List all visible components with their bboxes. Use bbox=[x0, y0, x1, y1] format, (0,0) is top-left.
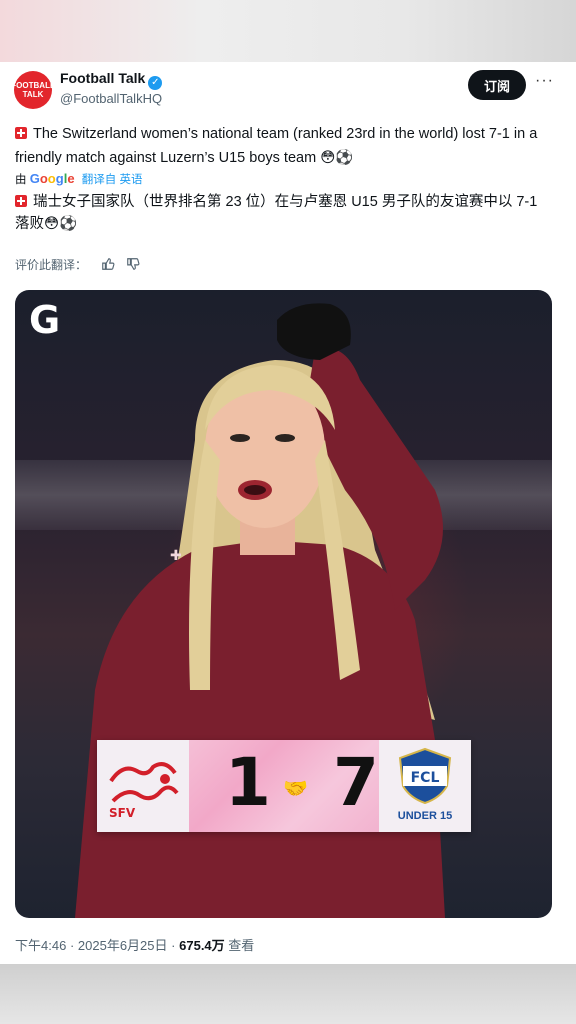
tweet-meta: 下午4:46 · 2025年6月25日 · 675.4万 查看 bbox=[15, 935, 254, 954]
view-count-label: 查看 bbox=[228, 938, 255, 953]
tweet-text-en-content: The Switzerland women’s national team (r… bbox=[15, 126, 538, 166]
tweet-text-en: The Switzerland women’s national team (r… bbox=[15, 122, 555, 170]
tweet-card: FOOTBALL TALK Football Talk ✓ @FootballTa… bbox=[0, 62, 576, 964]
home-score: 1 bbox=[225, 744, 271, 821]
author-handle[interactable]: @FootballTalkHQ bbox=[60, 91, 162, 106]
tweet-text-zh: 瑞士女子国家队（世界排名第 23 位）在与卢塞恩 U15 男子队的友谊赛中以 7… bbox=[15, 191, 555, 235]
subscribe-button[interactable]: 订阅 bbox=[468, 70, 526, 100]
author-name-label: Football Talk bbox=[60, 70, 146, 86]
handshake-icon: 🤝 bbox=[283, 778, 308, 800]
translation-note: 由 Google 翻译自 英语 bbox=[15, 171, 142, 187]
translation-source-link[interactable]: 翻译自 英语 bbox=[82, 174, 143, 186]
away-crest: FCL UNDER 15 bbox=[379, 740, 471, 832]
author-name[interactable]: Football Talk ✓ bbox=[60, 70, 163, 90]
swiss-flag-icon bbox=[15, 127, 27, 139]
swiss-flag-icon bbox=[15, 195, 27, 207]
view-count: 675.4万 bbox=[179, 938, 225, 953]
away-score: 7 bbox=[333, 744, 379, 821]
tweet-date[interactable]: 2025年6月25日 bbox=[78, 938, 168, 953]
more-options-icon[interactable]: ··· bbox=[535, 72, 554, 90]
meta-separator: · bbox=[171, 938, 176, 953]
verified-badge-icon: ✓ bbox=[148, 76, 163, 90]
home-crest: SFV bbox=[97, 740, 189, 832]
away-team-label: UNDER 15 bbox=[397, 810, 453, 822]
google-logo-icon: Google bbox=[29, 171, 75, 186]
tweet-text-zh-content: 瑞士女子国家队（世界排名第 23 位）在与卢塞恩 U15 男子队的友谊赛中以 7… bbox=[15, 194, 538, 232]
meta-separator: · bbox=[69, 938, 75, 953]
tweet-time[interactable]: 下午4:46 bbox=[15, 938, 66, 953]
tweet-media-image[interactable]: G ✚ SFV 1 🤝 7 FCL UNDER 15 bbox=[15, 290, 552, 918]
svg-text:FCL: FCL bbox=[411, 770, 440, 786]
background-blur-top bbox=[0, 0, 576, 62]
translation-prefix: 由 bbox=[15, 174, 27, 186]
svg-text:SFV: SFV bbox=[109, 806, 136, 820]
background-blur-bottom bbox=[0, 964, 576, 1024]
swiss-football-crest-icon: SFV bbox=[109, 762, 179, 820]
thumbs-down-icon[interactable] bbox=[126, 257, 140, 271]
avatar[interactable]: FOOTBALL TALK bbox=[11, 71, 55, 109]
avatar-text: FOOTBALL TALK bbox=[11, 81, 55, 99]
rate-translation-label: 评价此翻译： bbox=[15, 258, 88, 272]
scoreboard: SFV 1 🤝 7 FCL UNDER 15 bbox=[97, 740, 471, 832]
svg-text:✚: ✚ bbox=[170, 548, 182, 564]
thumbs-up-icon[interactable] bbox=[101, 257, 115, 271]
fcl-crest-icon: FCL bbox=[398, 747, 452, 805]
